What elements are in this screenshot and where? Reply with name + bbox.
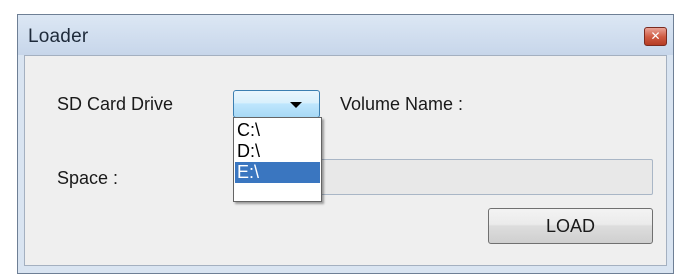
- sd-card-drive-label: SD Card Drive: [57, 94, 174, 114]
- chevron-down-icon: [290, 102, 302, 108]
- close-icon: ✕: [650, 29, 661, 43]
- form-area: SD Card Drive Volume Name : Space : LOAD…: [24, 55, 667, 266]
- space-field[interactable]: [320, 159, 653, 195]
- title-bar: Loader ✕: [18, 15, 673, 55]
- drive-dropdown-list: C:\ D:\ E:\: [233, 117, 322, 202]
- drive-option-e[interactable]: E:\: [235, 162, 320, 183]
- close-button[interactable]: ✕: [644, 27, 667, 46]
- loader-window: Loader ✕ SD Card Drive Volume Name : Spa…: [17, 14, 674, 274]
- drive-option-d[interactable]: D:\: [235, 141, 320, 162]
- window-title: Loader: [28, 26, 89, 47]
- load-button[interactable]: LOAD: [488, 208, 653, 244]
- volume-name-label: Volume Name :: [340, 94, 464, 114]
- sd-card-drive-select[interactable]: [233, 90, 320, 118]
- page: Loader ✕ SD Card Drive Volume Name : Spa…: [0, 0, 683, 279]
- space-label: Space :: [57, 168, 119, 188]
- drive-option-c[interactable]: C:\: [235, 120, 320, 141]
